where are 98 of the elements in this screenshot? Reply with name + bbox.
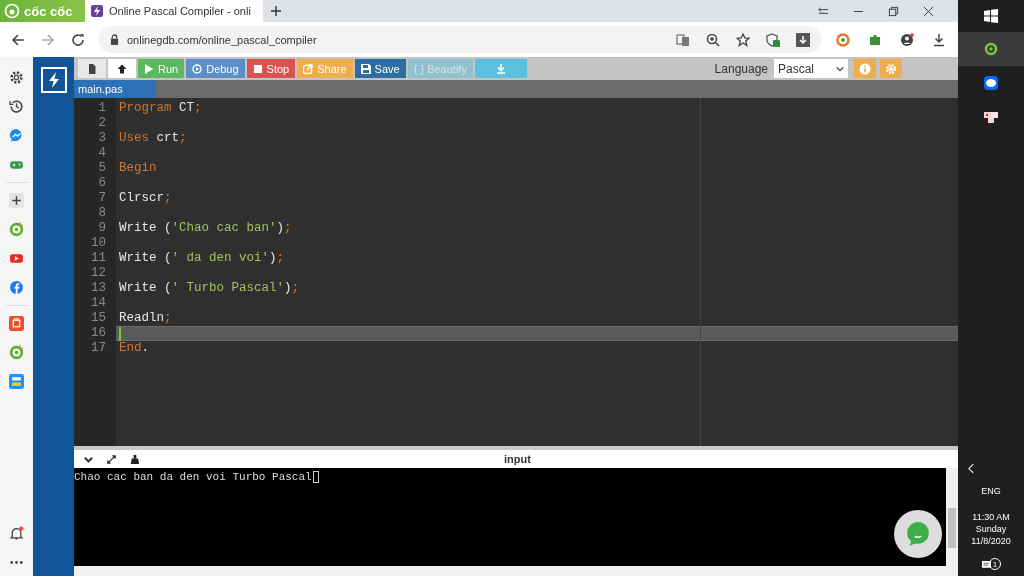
stop-icon	[252, 63, 263, 74]
windows-icon[interactable]	[984, 9, 998, 23]
line-number: 16	[90, 326, 107, 341]
history-icon[interactable]	[9, 99, 24, 114]
line-number: 12	[90, 266, 107, 281]
play-icon[interactable]	[9, 251, 24, 266]
line-number: 2	[97, 116, 107, 131]
line-number: 9	[97, 221, 107, 236]
add-icon[interactable]	[9, 193, 24, 208]
file-button[interactable]	[78, 59, 106, 78]
info-icon	[859, 62, 871, 75]
line-number: 4	[97, 146, 107, 161]
code-line: End.	[119, 341, 150, 356]
shield-icon[interactable]	[766, 32, 780, 47]
clock[interactable]: 11:30 AM Sunday 11/8/2020	[971, 512, 1011, 546]
download-icon[interactable]	[932, 32, 946, 47]
scrollbar[interactable]	[946, 468, 958, 566]
line-number: 7	[97, 191, 107, 206]
line-number: 13	[90, 281, 107, 296]
bell-icon[interactable]	[9, 526, 24, 541]
code-line: Program CT;	[119, 101, 202, 116]
reload-icon[interactable]	[71, 32, 85, 47]
back-icon[interactable]	[11, 32, 25, 47]
language-select[interactable]: Pascal	[774, 59, 848, 78]
code-line: Uses crt;	[119, 131, 187, 146]
stop-button[interactable]: Stop	[246, 59, 296, 78]
code-editor[interactable]: 1 2 3 4 5 6 7 8 9 10 11 12 13 14 15 16 17 Program CT; Uses crt; Begin Clrscr; Write ('Chao cac ban'); Write (' da den voi'); Write (' Turbo Pascal'); Readln; End.	[74, 98, 958, 446]
line-number: 6	[97, 176, 107, 191]
chevron-left-icon[interactable]	[968, 463, 975, 474]
facebook-icon[interactable]	[9, 280, 24, 295]
line-number: 3	[97, 131, 107, 146]
flash-icon	[91, 5, 103, 17]
expand-icon[interactable]	[106, 453, 117, 465]
chat-bubble-icon	[905, 521, 931, 547]
broom-icon[interactable]	[129, 453, 140, 465]
line-number: 5	[97, 161, 107, 176]
line-number: 14	[90, 296, 107, 311]
upload-icon	[117, 63, 127, 74]
clock-day: Sunday	[975, 524, 1007, 534]
code-line: Write (' da den voi');	[119, 251, 285, 266]
code-line: Write ('Chao cac ban');	[119, 221, 292, 236]
settings-icon[interactable]	[9, 70, 24, 85]
lock-icon	[110, 34, 119, 45]
code-line: Begin	[119, 161, 157, 176]
file-icon	[87, 63, 97, 74]
console-output[interactable]: Chao cac ban da den voi Turbo Pascal	[74, 468, 958, 566]
text-cursor	[119, 326, 121, 341]
profile-icon[interactable]	[900, 32, 914, 47]
language-label: Language	[714, 61, 768, 76]
line-number: 1	[97, 101, 107, 116]
download-icon[interactable]	[796, 32, 810, 47]
line-number: 15	[90, 311, 107, 326]
console-text: Chao cac ban da den voi Turbo Pascal	[74, 471, 312, 483]
shop-logo-icon[interactable]	[9, 374, 24, 389]
play-icon	[144, 63, 154, 74]
tab-title: Online Pascal Compiler - onli	[109, 5, 251, 17]
output-title: input	[504, 453, 531, 465]
caret-icon	[836, 65, 844, 72]
share-icon	[303, 63, 314, 74]
flash-logo-icon[interactable]	[40, 67, 67, 93]
code-line: Readln;	[119, 311, 172, 326]
upload-button[interactable]	[108, 59, 136, 78]
tab-search-icon[interactable]	[818, 5, 829, 17]
line-number: 10	[90, 236, 107, 251]
eye-logo-icon[interactable]	[9, 222, 24, 237]
file-tab[interactable]: main.pas	[74, 80, 156, 98]
zoom-icon[interactable]	[706, 32, 720, 47]
line-number: 17	[90, 341, 107, 356]
line-number: 8	[97, 206, 107, 221]
code-line: Write (' Turbo Pascal');	[119, 281, 300, 296]
chat-app-icon[interactable]	[984, 76, 998, 90]
notification-button[interactable]: 1	[981, 558, 1001, 570]
shopping-bag-icon[interactable]	[9, 316, 24, 331]
browser-tab[interactable]: Online Pascal Compiler - onli	[85, 0, 263, 22]
code-line: Clrscr;	[119, 191, 172, 206]
line-number: 11	[90, 251, 107, 266]
close-icon[interactable]	[923, 5, 934, 17]
new-tab-icon[interactable]	[271, 6, 281, 16]
restore-icon[interactable]	[888, 5, 899, 17]
address-bar[interactable]: onlinegdb.com/online_pascal_compiler	[98, 26, 822, 53]
settings-icon	[885, 62, 897, 75]
text-cursor	[312, 471, 319, 483]
eye-logo-icon[interactable]	[984, 42, 998, 56]
language-indicator[interactable]: ENG	[981, 486, 1001, 496]
message-icon	[981, 561, 992, 570]
extension-icon[interactable]	[836, 32, 850, 47]
url-text: onlinegdb.com/online_pascal_compiler	[127, 33, 317, 46]
star-icon[interactable]	[736, 32, 750, 47]
download-icon	[495, 63, 506, 74]
eye-logo-icon[interactable]	[9, 345, 24, 360]
messenger-icon[interactable]	[9, 128, 24, 143]
save-button[interactable]: Save	[354, 59, 406, 78]
clock-date: 11/8/2020	[971, 536, 1011, 546]
chat-button[interactable]	[894, 510, 942, 558]
clock-time: 11:30 AM	[972, 512, 1010, 522]
debug-icon	[192, 63, 203, 74]
app-icon[interactable]	[984, 110, 998, 124]
save-icon	[360, 63, 371, 74]
